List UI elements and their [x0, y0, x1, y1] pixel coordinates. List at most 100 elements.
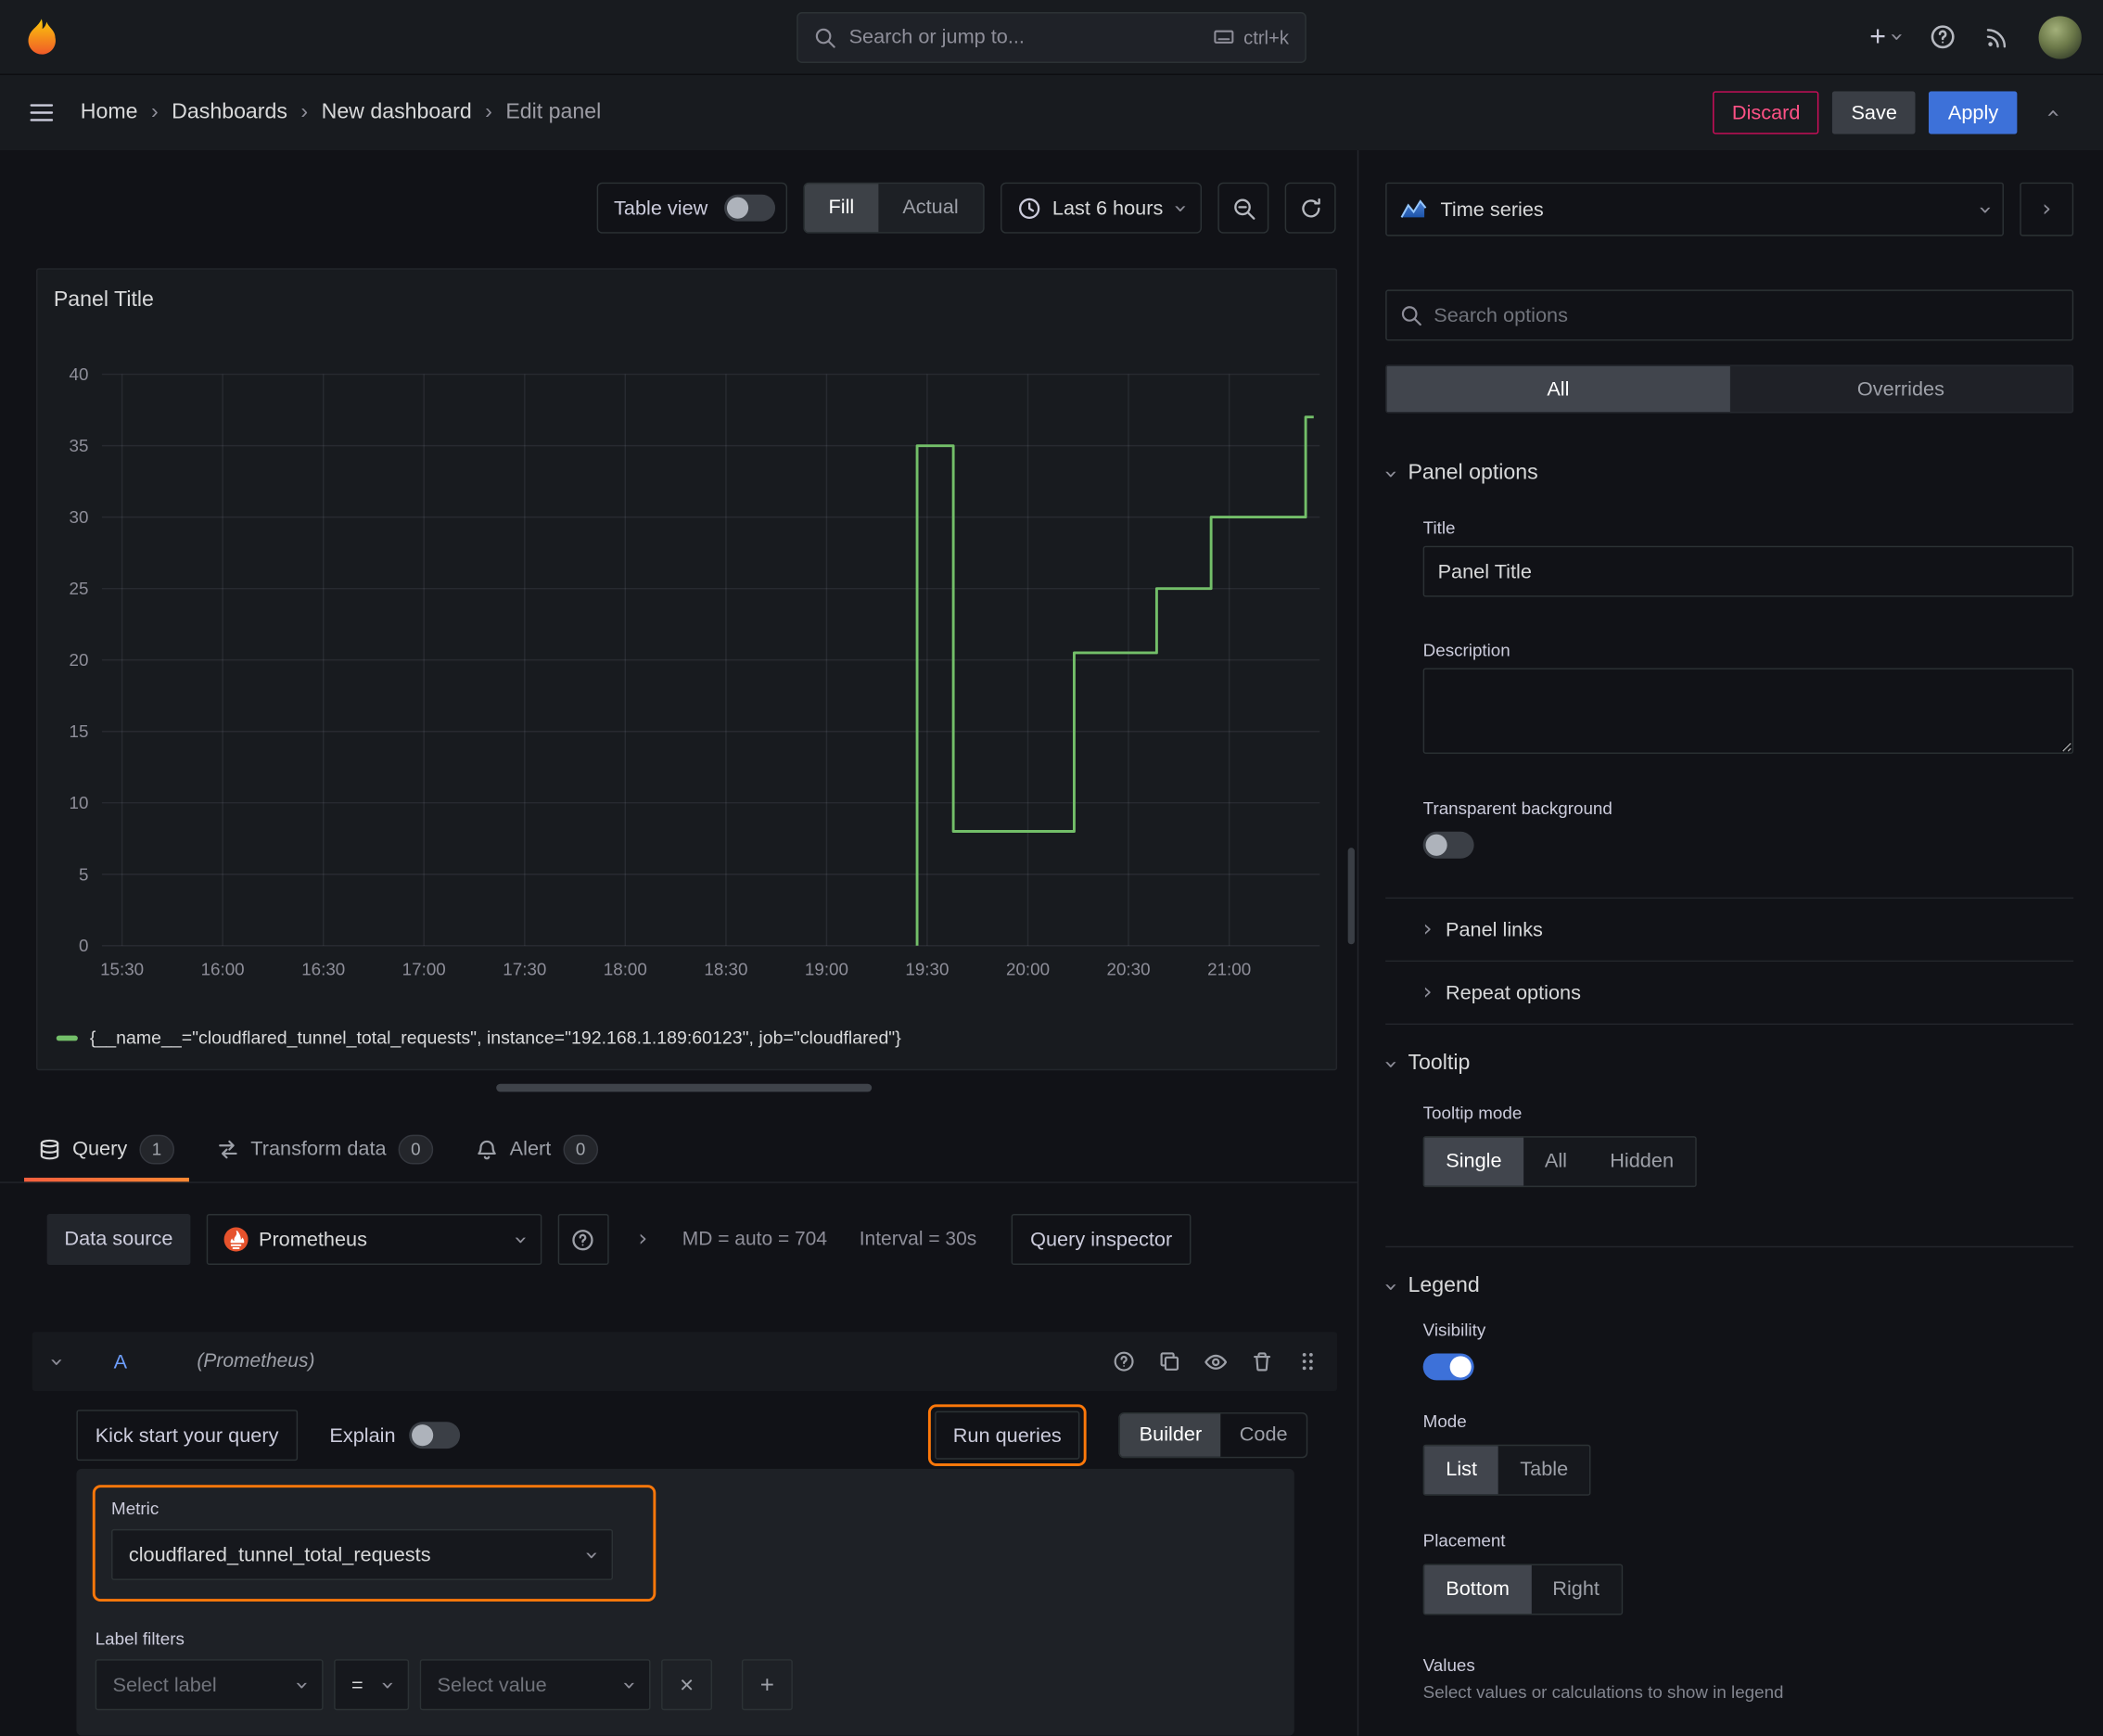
- options-search[interactable]: [1385, 289, 2074, 341]
- svg-text:18:30: 18:30: [704, 960, 747, 979]
- chevron-right-icon: ›: [2042, 195, 2052, 223]
- duplicate-query-icon[interactable]: [1159, 1351, 1180, 1372]
- discard-button[interactable]: Discard: [1713, 91, 1819, 134]
- breadcrumb-home[interactable]: Home: [81, 100, 138, 124]
- datasource-picker[interactable]: Prometheus ›: [206, 1214, 542, 1265]
- toggle-visibility-icon[interactable]: [1204, 1350, 1228, 1373]
- drag-handle-icon[interactable]: [1297, 1351, 1319, 1372]
- explain-toggle[interactable]: [409, 1422, 461, 1449]
- metric-select[interactable]: cloudflared_tunnel_total_requests ›: [111, 1528, 614, 1580]
- legend-mode-table[interactable]: Table: [1498, 1446, 1589, 1494]
- repeat-options-section-header[interactable]: › Repeat options: [1385, 962, 2073, 1024]
- select-value-dropdown[interactable]: Select value ›: [419, 1659, 651, 1711]
- operator-dropdown[interactable]: = ›: [334, 1659, 410, 1711]
- collapse-header-button[interactable]: ›: [2031, 101, 2076, 124]
- datasource-help-button[interactable]: [557, 1214, 609, 1265]
- news-button[interactable]: [1985, 25, 2009, 49]
- menu-toggle-button[interactable]: [27, 98, 57, 128]
- actual-option[interactable]: Actual: [878, 184, 982, 232]
- transparent-background-toggle[interactable]: [1422, 831, 1474, 859]
- legend-mode-list[interactable]: List: [1424, 1446, 1499, 1495]
- fill-option[interactable]: Fill: [804, 184, 879, 233]
- svg-text:10: 10: [70, 793, 89, 812]
- builder-option[interactable]: Builder: [1120, 1413, 1221, 1457]
- legend-placement-right[interactable]: Right: [1531, 1565, 1621, 1614]
- svg-text:16:30: 16:30: [301, 960, 345, 979]
- clock-icon: [1018, 198, 1039, 219]
- visualization-picker[interactable]: Time series ›: [1385, 182, 2004, 236]
- svg-text:40: 40: [70, 364, 89, 384]
- collapse-query-row-icon[interactable]: ›: [43, 1357, 70, 1366]
- query-help-icon[interactable]: [1114, 1351, 1135, 1372]
- description-input[interactable]: [1422, 668, 2074, 754]
- svg-text:17:00: 17:00: [402, 960, 446, 979]
- add-filter-button[interactable]: +: [741, 1659, 793, 1711]
- panel-options-pane: Time series › › All Overrides ›: [1357, 149, 2103, 1736]
- chevron-down-icon: ›: [578, 1550, 605, 1560]
- panel-title-input[interactable]: [1422, 545, 2074, 597]
- table-view-toggle[interactable]: [723, 194, 775, 222]
- remove-filter-button[interactable]: ×: [661, 1659, 713, 1711]
- tab-overrides[interactable]: Overrides: [1729, 366, 2072, 412]
- chevron-down-icon: ›: [374, 1679, 401, 1690]
- transform-count-badge: 0: [398, 1133, 434, 1164]
- tab-all[interactable]: All: [1386, 365, 1730, 413]
- svg-text:19:00: 19:00: [805, 960, 848, 979]
- tab-transform-data[interactable]: Transform data 0: [199, 1116, 451, 1181]
- query-inspector-button[interactable]: Query inspector: [1011, 1214, 1192, 1265]
- tooltip-mode-group: Single All Hidden: [1422, 1136, 1697, 1188]
- legend-placement-bottom[interactable]: Bottom: [1424, 1564, 1532, 1615]
- legend-section-header[interactable]: › Legend: [1377, 1274, 2073, 1298]
- tab-alert[interactable]: Alert 0: [459, 1116, 616, 1181]
- apply-button[interactable]: Apply: [1929, 91, 2018, 134]
- query-row-header[interactable]: › A (Prometheus): [32, 1332, 1338, 1391]
- run-queries-button[interactable]: Run queries: [934, 1410, 1081, 1460]
- delete-query-icon[interactable]: [1252, 1351, 1273, 1372]
- panel-options-section-header[interactable]: › Panel options: [1377, 462, 2073, 486]
- breadcrumb-dashboards[interactable]: Dashboards: [172, 100, 287, 124]
- tooltip-mode-single[interactable]: Single: [1424, 1137, 1523, 1186]
- legend-placement-group: Bottom Right: [1422, 1564, 1623, 1615]
- collapse-options-pane-button[interactable]: ›: [2020, 182, 2074, 236]
- legend-series-label: {__name__="cloudflared_tunnel_total_requ…: [89, 1027, 901, 1048]
- zoom-out-button[interactable]: [1217, 182, 1269, 234]
- grafana-logo-icon[interactable]: [21, 17, 61, 57]
- tab-query-label: Query: [72, 1137, 128, 1161]
- new-menu-button[interactable]: + ›: [1869, 23, 1910, 51]
- user-avatar[interactable]: [2038, 15, 2082, 58]
- tooltip-section-header[interactable]: › Tooltip: [1377, 1052, 2073, 1076]
- tooltip-mode-all[interactable]: All: [1523, 1138, 1588, 1186]
- tooltip-mode-label: Tooltip mode: [1422, 1102, 1523, 1123]
- legend-visibility-toggle[interactable]: [1422, 1353, 1474, 1381]
- select-label-dropdown[interactable]: Select label ›: [95, 1659, 324, 1711]
- legend-values-description: Select values or calculations to show in…: [1422, 1681, 1784, 1703]
- breadcrumb-new-dashboard[interactable]: New dashboard: [322, 100, 472, 124]
- chevron-down-icon: ›: [1377, 1059, 1405, 1068]
- help-button[interactable]: [1930, 24, 1955, 49]
- chevron-down-icon: ›: [1377, 1282, 1405, 1292]
- chevron-down-icon: ›: [1377, 468, 1405, 479]
- refresh-button[interactable]: [1284, 182, 1336, 234]
- search-bar[interactable]: Search or jump to... ctrl+k: [797, 11, 1306, 63]
- panel-links-section-header[interactable]: › Panel links: [1385, 899, 2073, 961]
- transform-icon: [218, 1140, 237, 1158]
- options-search-input[interactable]: [1434, 303, 2059, 327]
- panel-resize-handle[interactable]: [496, 1083, 873, 1092]
- chart-legend-item[interactable]: {__name__="cloudflared_tunnel_total_requ…: [56, 1027, 901, 1048]
- metric-value: cloudflared_tunnel_total_requests: [128, 1543, 431, 1566]
- tooltip-mode-hidden[interactable]: Hidden: [1588, 1138, 1695, 1186]
- tab-query[interactable]: Query 1: [21, 1116, 191, 1182]
- svg-text:16:00: 16:00: [201, 960, 245, 979]
- query-ref-id: A: [113, 1349, 128, 1373]
- scrollbar[interactable]: [1347, 848, 1355, 945]
- breadcrumb: Home › Dashboards › New dashboard › Edit…: [81, 100, 602, 124]
- datasource-label: Data source: [46, 1214, 191, 1265]
- kick-start-query-button[interactable]: Kick start your query: [76, 1410, 298, 1462]
- time-series-chart[interactable]: 0 5 10 15 20 25 30 35 40 15:30 16:00 16:30 17:00 17:3…: [37, 339, 1335, 1004]
- save-button[interactable]: Save: [1832, 91, 1917, 134]
- code-option[interactable]: Code: [1220, 1414, 1306, 1457]
- divider: [1385, 1245, 2074, 1248]
- svg-text:5: 5: [79, 864, 88, 884]
- query-options-expand-icon[interactable]: ›: [638, 1227, 647, 1251]
- time-range-picker[interactable]: Last 6 hours ›: [1000, 182, 1202, 234]
